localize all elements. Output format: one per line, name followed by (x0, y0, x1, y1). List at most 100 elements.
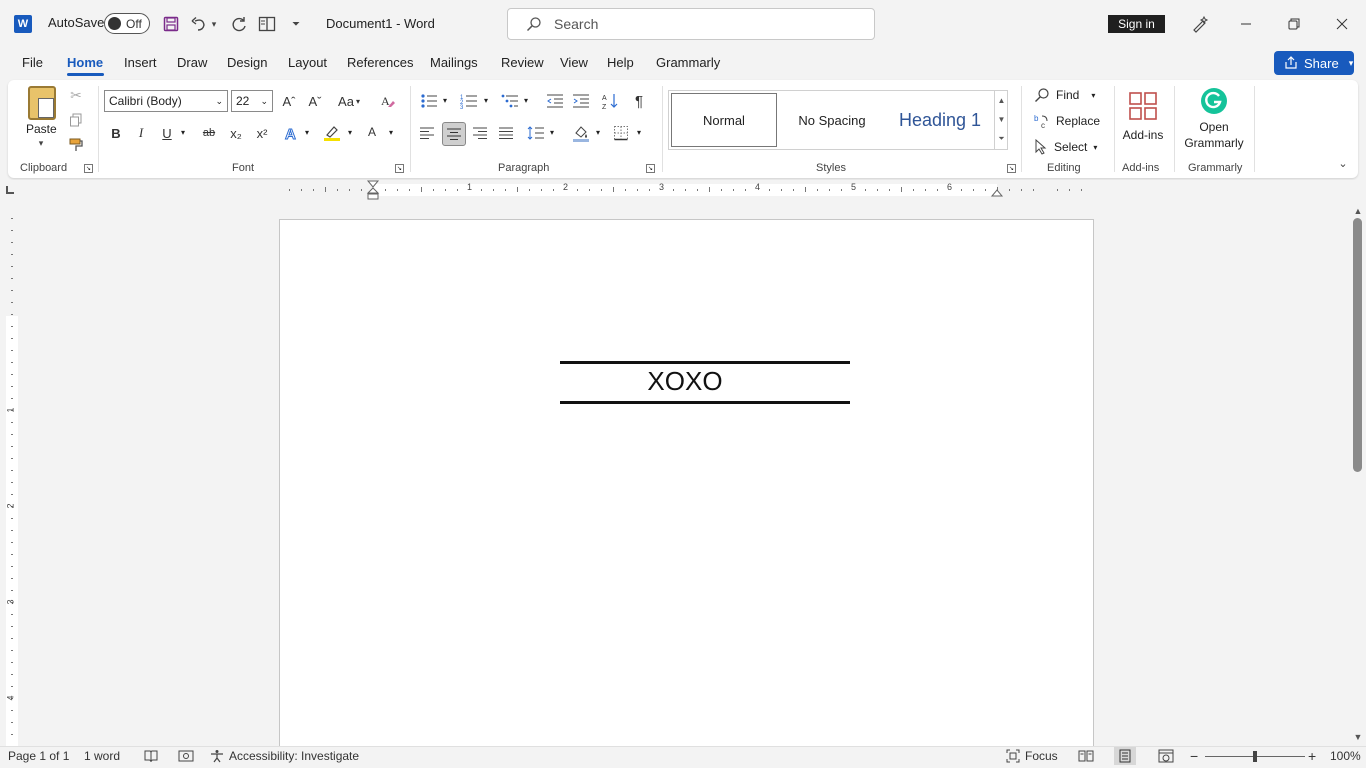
paste-button-label[interactable]: Paste (26, 122, 57, 136)
chevron-up-icon[interactable]: ▲ (998, 96, 1006, 105)
paragraph-launcher-icon[interactable]: ↘ (646, 164, 655, 173)
print-layout-icon[interactable] (1114, 747, 1136, 765)
tab-selector-icon[interactable] (6, 186, 14, 194)
numbering-icon[interactable]: 123 (458, 90, 480, 112)
highlight-dropdown-icon[interactable]: ▾ (345, 128, 355, 137)
change-case-button[interactable]: Aa ▾ (334, 90, 364, 112)
select-button[interactable]: Select ▾ (1034, 136, 1097, 158)
search-input[interactable]: Search (507, 8, 875, 40)
clear-formatting-icon[interactable]: A (377, 90, 399, 112)
style-normal[interactable]: Normal (671, 93, 777, 147)
scrollbar-thumb[interactable] (1353, 218, 1362, 472)
scroll-down-icon[interactable]: ▼ (1352, 731, 1364, 743)
paste-dropdown-icon[interactable]: ▾ (35, 138, 47, 149)
align-right-icon[interactable] (469, 122, 491, 144)
shading-icon[interactable] (570, 122, 592, 144)
tab-file[interactable]: File (22, 55, 43, 70)
share-button[interactable]: Share ▾ (1274, 51, 1354, 75)
word-count[interactable]: 1 word (84, 749, 120, 763)
line-spacing-dropdown-icon[interactable]: ▾ (547, 128, 557, 137)
show-formatting-marks-icon[interactable]: ¶ (628, 90, 650, 112)
font-size-combo[interactable]: 22 ⌄ (231, 90, 273, 112)
paste-icon[interactable] (28, 86, 56, 120)
highlight-icon[interactable] (321, 122, 343, 144)
redo-icon[interactable] (228, 12, 250, 36)
font-color-dropdown-icon[interactable]: ▾ (386, 128, 396, 137)
zoom-in-icon[interactable]: + (1308, 748, 1316, 764)
document-page[interactable] (279, 219, 1094, 759)
close-icon[interactable] (1322, 10, 1362, 38)
tab-review[interactable]: Review (501, 55, 544, 70)
open-grammarly-button[interactable]: Open Grammarly (1180, 86, 1248, 152)
undo-icon[interactable] (188, 12, 210, 36)
focus-button[interactable]: Focus (1006, 749, 1058, 763)
align-left-icon[interactable] (416, 122, 438, 144)
replace-button[interactable]: bc Replace (1034, 110, 1100, 132)
zoom-level[interactable]: 100% (1330, 749, 1361, 763)
underline-button[interactable]: U (156, 122, 178, 144)
font-launcher-icon[interactable]: ↘ (395, 164, 404, 173)
styles-launcher-icon[interactable]: ↘ (1007, 164, 1016, 173)
decrease-indent-icon[interactable] (544, 90, 566, 112)
underline-dropdown-icon[interactable]: ▾ (178, 128, 188, 137)
borders-icon[interactable] (610, 122, 632, 144)
italic-button[interactable]: I (130, 122, 152, 144)
clipboard-launcher-icon[interactable]: ↘ (84, 164, 93, 173)
shading-dropdown-icon[interactable]: ▾ (593, 128, 603, 137)
read-mode-icon[interactable] (1078, 749, 1094, 763)
tab-home[interactable]: Home (67, 55, 103, 70)
text-effects-dropdown-icon[interactable]: ▾ (302, 128, 312, 137)
tab-mailings[interactable]: Mailings (430, 55, 478, 70)
undo-dropdown-icon[interactable]: ▾ (208, 12, 220, 36)
tab-help[interactable]: Help (607, 55, 634, 70)
macro-recording-icon[interactable] (178, 749, 194, 763)
sort-icon[interactable]: AZ (599, 90, 621, 112)
strikethrough-button[interactable]: ab (198, 122, 220, 144)
multilevel-dropdown-icon[interactable]: ▾ (521, 96, 531, 105)
bullets-icon[interactable] (418, 90, 440, 112)
scroll-up-icon[interactable]: ▲ (1352, 205, 1364, 217)
more-styles-icon[interactable]: ⏷ (998, 134, 1004, 144)
tab-design[interactable]: Design (227, 55, 267, 70)
format-painter-icon[interactable] (66, 135, 86, 155)
tab-grammarly[interactable]: Grammarly (656, 55, 720, 70)
restore-icon[interactable] (1274, 10, 1314, 38)
text-effects-icon[interactable]: A (280, 122, 302, 144)
grow-font-button[interactable]: Aˆ (278, 90, 300, 112)
collapse-ribbon-icon[interactable]: ⌄ (1336, 156, 1350, 170)
document-text[interactable]: XOXO (560, 366, 810, 397)
borders-dropdown-icon[interactable]: ▾ (634, 128, 644, 137)
layout-icon[interactable] (256, 12, 278, 36)
chevron-down-icon[interactable]: ▼ (998, 115, 1006, 124)
autosave-toggle[interactable]: Off (104, 13, 150, 34)
style-no-spacing[interactable]: No Spacing (779, 93, 885, 147)
sign-in-button[interactable]: Sign in (1108, 15, 1165, 33)
align-center-icon[interactable] (442, 122, 466, 146)
tab-insert[interactable]: Insert (124, 55, 157, 70)
zoom-slider-thumb[interactable] (1253, 751, 1257, 762)
indent-marker-icon[interactable] (366, 180, 380, 200)
multilevel-list-icon[interactable] (499, 90, 521, 112)
tab-draw[interactable]: Draw (177, 55, 207, 70)
accessibility-button[interactable]: Accessibility: Investigate (210, 749, 359, 763)
tab-view[interactable]: View (560, 55, 588, 70)
bold-button[interactable]: B (105, 122, 127, 144)
cut-icon[interactable]: ✂ (66, 85, 86, 105)
increase-indent-icon[interactable] (570, 90, 592, 112)
style-heading-1[interactable]: Heading 1 (887, 93, 993, 147)
bullets-dropdown-icon[interactable]: ▾ (440, 96, 450, 105)
tab-references[interactable]: References (347, 55, 413, 70)
tab-layout[interactable]: Layout (288, 55, 327, 70)
styles-scroll[interactable]: ▲ ▼ ⏷ (994, 91, 1008, 149)
add-ins-button[interactable]: Add-ins (1122, 84, 1164, 150)
subscript-button[interactable]: x₂ (225, 122, 247, 144)
font-name-combo[interactable]: Calibri (Body) ⌄ (104, 90, 228, 112)
numbering-dropdown-icon[interactable]: ▾ (481, 96, 491, 105)
proofing-icon[interactable] (144, 749, 158, 763)
designer-icon[interactable] (1180, 10, 1220, 38)
right-indent-marker-icon[interactable] (990, 186, 1004, 197)
customize-qat-icon[interactable]: ⏷ (286, 12, 306, 36)
zoom-out-icon[interactable]: − (1190, 748, 1198, 764)
minimize-icon[interactable] (1226, 10, 1266, 38)
shrink-font-button[interactable]: Aˇ (304, 90, 326, 112)
